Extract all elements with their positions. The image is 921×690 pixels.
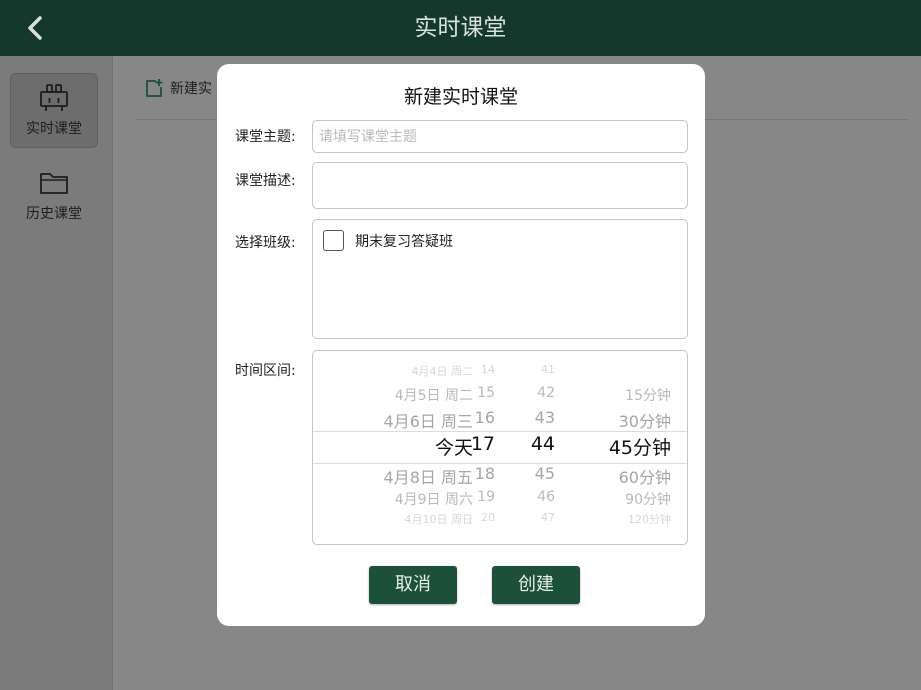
- picker-row[interactable]: 45分钟: [609, 433, 671, 459]
- time-range-label: 时间区间:: [235, 363, 296, 379]
- picker-row[interactable]: 4月9日 周六: [395, 489, 473, 513]
- class-list: 期末复习答疑班: [312, 219, 688, 339]
- time-range-picker[interactable]: 4月4日 周二 4月5日 周二 4月6日 周三 今天 4月8日 周五 4月9日 周六 4月1…: [312, 350, 688, 545]
- picker-row[interactable]: 46: [537, 489, 555, 513]
- picker-row[interactable]: 90分钟: [625, 489, 671, 513]
- add-square-icon: [146, 79, 163, 97]
- topic-label: 课堂主题:: [235, 129, 296, 145]
- folder-icon: [40, 173, 68, 194]
- picker-row[interactable]: 20: [481, 511, 495, 535]
- topic-input[interactable]: [313, 121, 687, 152]
- sidebar-item-label: 历史课堂: [26, 206, 82, 222]
- picker-row[interactable]: 42: [537, 385, 555, 409]
- create-button[interactable]: 创建: [492, 566, 580, 604]
- minute-column[interactable]: 41 42 43 44 45 46 47: [519, 351, 555, 544]
- topic-field-box: [312, 120, 688, 153]
- sidebar-item-live-classroom[interactable]: 实时课堂: [10, 73, 98, 148]
- sidebar: 实时课堂 历史课堂: [0, 56, 113, 690]
- picker-row[interactable]: 16: [475, 408, 495, 432]
- picker-row[interactable]: 30分钟: [619, 408, 671, 432]
- picker-row[interactable]: 41: [541, 363, 555, 387]
- picker-row[interactable]: 19: [477, 489, 495, 513]
- new-classroom-label: 新建实: [170, 81, 212, 97]
- picker-row[interactable]: 60分钟: [619, 464, 671, 488]
- picker-row[interactable]: 18: [475, 464, 495, 488]
- picker-row[interactable]: 4月6日 周三: [384, 408, 473, 432]
- class-option[interactable]: 期末复习答疑班: [323, 230, 453, 251]
- cancel-button[interactable]: 取消: [369, 566, 457, 604]
- hour-column[interactable]: 14 15 16 17 18 19 20: [463, 351, 495, 544]
- picker-row[interactable]: 45: [535, 464, 555, 488]
- dialog-title: 新建实时课堂: [403, 86, 518, 108]
- class-option-label: 期末复习答疑班: [355, 233, 453, 250]
- top-bar: 实时课堂: [0, 0, 921, 56]
- new-classroom-button[interactable]: 新建实: [144, 76, 212, 100]
- classroom-icon: [40, 84, 68, 111]
- picker-row[interactable]: 15: [477, 385, 495, 409]
- picker-row[interactable]: 15分钟: [625, 385, 671, 409]
- picker-row[interactable]: 14: [481, 363, 495, 387]
- sidebar-item-history-classroom[interactable]: 历史课堂: [10, 159, 98, 234]
- description-input[interactable]: [313, 163, 687, 208]
- description-field-box: [312, 162, 688, 209]
- picker-row[interactable]: 43: [535, 408, 555, 432]
- class-label: 选择班级:: [235, 235, 296, 251]
- picker-row[interactable]: 120分钟: [628, 511, 671, 535]
- date-column[interactable]: 4月4日 周二 4月5日 周二 4月6日 周三 今天 4月8日 周五 4月9日 周六 4月1…: [353, 351, 473, 544]
- picker-row[interactable]: 4月5日 周二: [395, 385, 473, 409]
- class-checkbox[interactable]: [323, 230, 344, 251]
- picker-row[interactable]: 44: [531, 433, 555, 457]
- page-title: 实时课堂: [414, 15, 507, 41]
- picker-row[interactable]: 4月8日 周五: [384, 464, 473, 488]
- new-classroom-dialog: 新建实时课堂 课堂主题: 课堂描述: 选择班级: 期末复习答疑班 时间区间: 4…: [217, 64, 705, 626]
- sidebar-item-label: 实时课堂: [26, 121, 82, 137]
- picker-row[interactable]: 17: [471, 433, 495, 457]
- description-label: 课堂描述:: [235, 173, 296, 189]
- picker-row[interactable]: 47: [541, 511, 555, 535]
- duration-column[interactable]: 15分钟 30分钟 45分钟 60分钟 90分钟 120分钟: [575, 351, 671, 544]
